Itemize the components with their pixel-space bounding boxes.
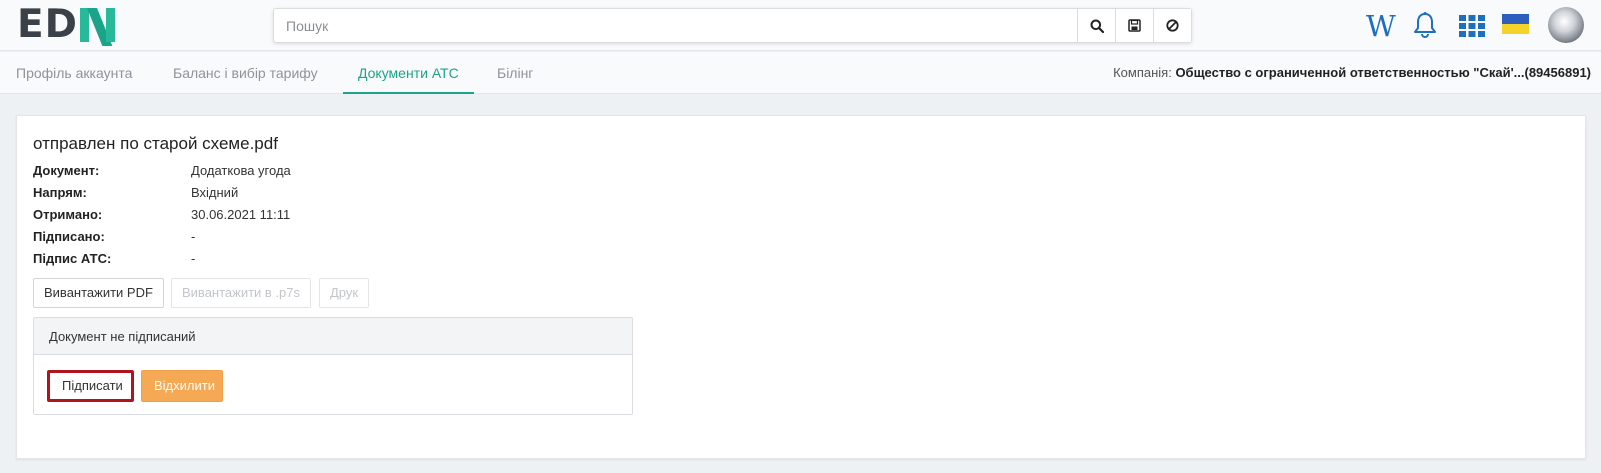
company-name: Общество с ограниченной ответственностью… — [1175, 65, 1591, 80]
clear-icon — [1166, 19, 1179, 32]
top-header: ED W — [0, 0, 1601, 51]
search-icon — [1090, 19, 1104, 33]
tab-billing[interactable]: Білінг — [497, 52, 533, 94]
sign-button[interactable]: Підписати — [47, 370, 134, 402]
field-document: Документ: Додаткова угода — [33, 163, 291, 179]
tab-account-profile[interactable]: Профіль аккаунта — [16, 52, 132, 94]
search-button[interactable] — [1077, 9, 1115, 42]
tab-balance-tariff[interactable]: Баланс і вибір тарифу — [173, 52, 318, 94]
apps-grid-icon[interactable] — [1459, 15, 1485, 40]
download-p7s-button[interactable]: Вивантажити в .p7s — [171, 278, 312, 308]
document-title: отправлен по старой схеме.pdf — [33, 134, 278, 153]
signature-status: Документ не підписаний — [34, 318, 632, 355]
reject-button[interactable]: Відхилити — [141, 370, 223, 402]
field-value: Вхідний — [191, 185, 239, 200]
field-value: 30.06.2021 11:11 — [191, 207, 291, 222]
field-received: Отримано: 30.06.2021 11:11 — [33, 207, 290, 223]
company-info[interactable]: Компанія: Общество с ограниченной ответс… — [1113, 52, 1591, 94]
edin-logo[interactable]: ED — [17, 2, 124, 47]
search-bar — [273, 8, 1192, 43]
field-label: Напрям: — [33, 185, 87, 200]
wiki-icon[interactable]: W — [1366, 9, 1396, 43]
ukraine-flag-icon[interactable] — [1502, 14, 1529, 34]
field-value: Додаткова угода — [191, 163, 291, 178]
field-label: Отримано: — [33, 207, 103, 222]
save-search-button[interactable] — [1115, 9, 1153, 42]
field-signed: Підписано: - — [33, 229, 195, 245]
field-label: Документ: — [33, 163, 100, 178]
tab-ats-documents[interactable]: Документи АТС — [343, 52, 474, 94]
field-value: - — [191, 251, 196, 266]
user-avatar[interactable] — [1548, 7, 1584, 43]
signature-panel: Документ не підписаний Підписати Відхили… — [33, 317, 633, 415]
bell-icon[interactable] — [1413, 11, 1437, 42]
account-tabs: Профіль аккаунта Баланс і вибір тарифу Д… — [0, 52, 1601, 94]
logo-text: ED — [17, 2, 79, 47]
clear-search-button[interactable] — [1153, 9, 1191, 42]
logo-n-mark — [80, 8, 124, 46]
field-value: - — [191, 229, 196, 244]
field-label: Підпис АТС: — [33, 251, 112, 266]
search-input[interactable] — [274, 9, 1077, 42]
save-icon — [1128, 19, 1141, 32]
field-direction: Напрям: Вхідний — [33, 185, 238, 201]
field-label: Підписано: — [33, 229, 105, 244]
print-button[interactable]: Друк — [319, 278, 370, 308]
document-card: отправлен по старой схеме.pdf Документ: Д… — [16, 115, 1586, 459]
field-ats-signature: Підпис АТС: - — [33, 251, 195, 267]
company-label: Компанія: — [1113, 65, 1172, 80]
download-pdf-button[interactable]: Вивантажити PDF — [33, 278, 164, 308]
